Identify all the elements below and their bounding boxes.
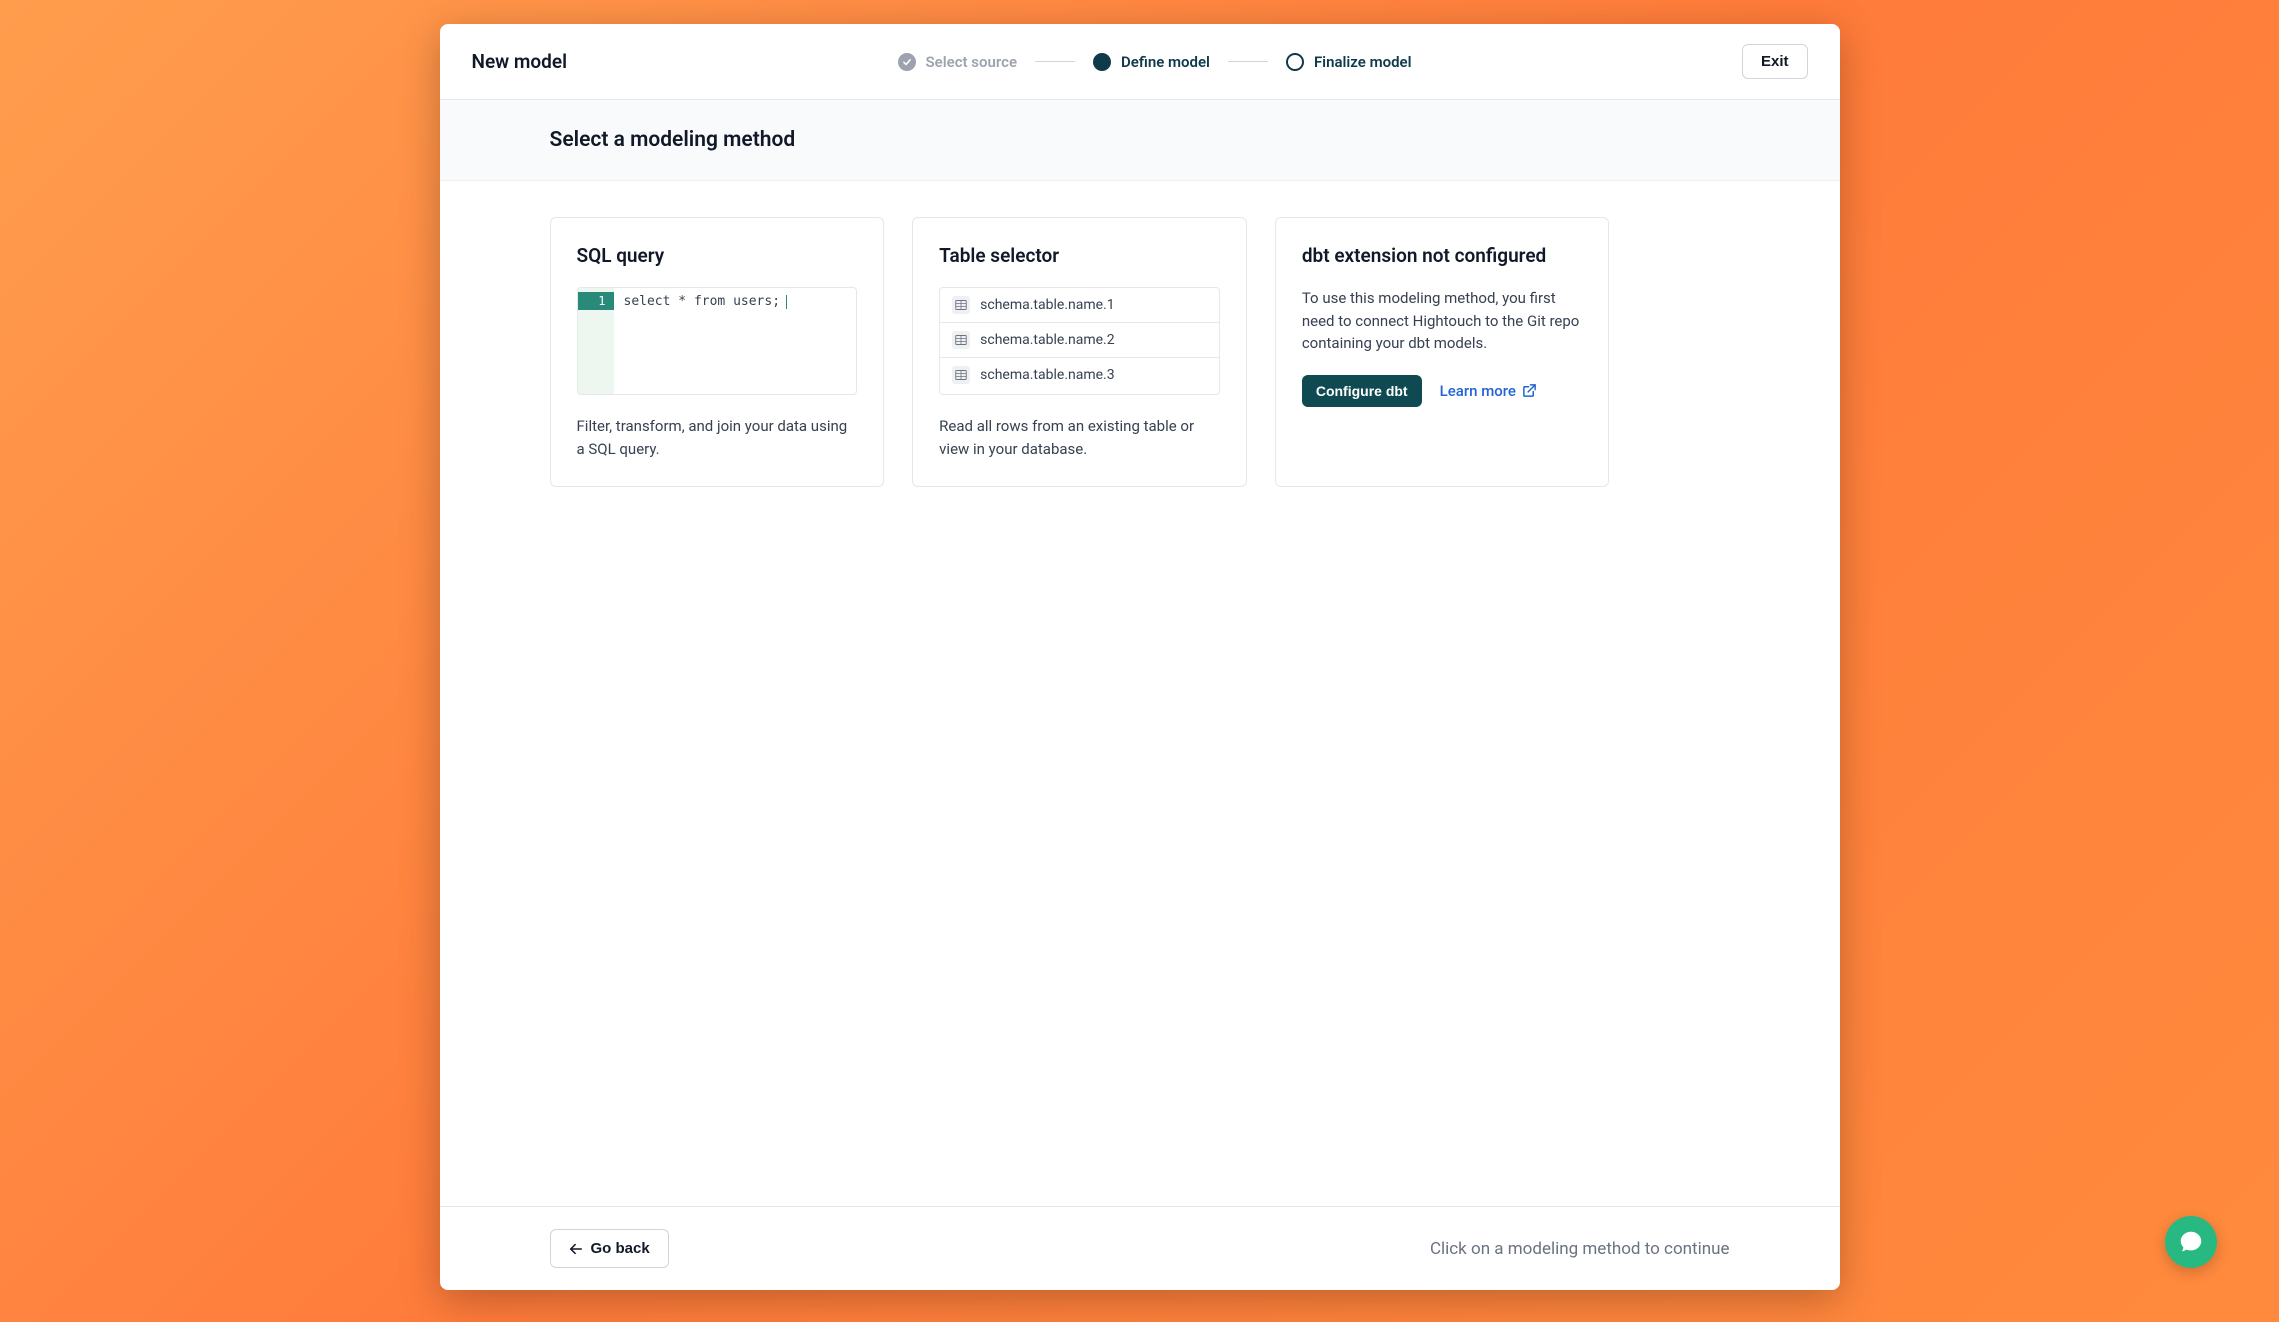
subheader: Select a modeling method — [440, 100, 1840, 181]
card-description: Read all rows from an existing table or … — [939, 415, 1220, 460]
step-select-source[interactable]: Select source — [898, 53, 1018, 71]
configure-dbt-button[interactable]: Configure dbt — [1302, 375, 1422, 407]
check-circle-icon — [898, 53, 916, 71]
modal-header: New model Select source Define model Fin… — [440, 24, 1840, 100]
chat-launcher-button[interactable] — [2165, 1216, 2217, 1268]
button-label: Go back — [591, 1240, 650, 1257]
go-back-button[interactable]: Go back — [550, 1229, 669, 1268]
new-model-modal: New model Select source Define model Fin… — [440, 24, 1840, 1290]
card-title: Table selector — [939, 244, 1220, 267]
card-actions: Configure dbt Learn more — [1302, 375, 1583, 407]
table-name: schema.table.name.2 — [980, 332, 1114, 348]
footer-hint: Click on a modeling method to continue — [1430, 1239, 1730, 1259]
card-description: Filter, transform, and join your data us… — [577, 415, 858, 460]
section-title: Select a modeling method — [550, 128, 1730, 152]
sql-gutter: 1 — [578, 288, 614, 394]
chat-icon — [2178, 1229, 2204, 1255]
exit-button[interactable]: Exit — [1742, 44, 1808, 79]
card-sql-query[interactable]: SQL query 1 select * from users; Filter,… — [550, 217, 885, 487]
step-define-model[interactable]: Define model — [1093, 53, 1210, 71]
link-label: Learn more — [1440, 382, 1516, 400]
step-label: Define model — [1121, 53, 1210, 71]
table-row: schema.table.name.1 — [940, 288, 1219, 323]
step-label: Finalize model — [1314, 53, 1412, 71]
modal-footer: Go back Click on a modeling method to co… — [440, 1206, 1840, 1290]
line-number: 1 — [578, 292, 614, 310]
table-list-preview: schema.table.name.1 schema.table.name.2 … — [939, 287, 1220, 395]
table-row: schema.table.name.2 — [940, 323, 1219, 358]
table-name: schema.table.name.1 — [980, 297, 1114, 313]
learn-more-link[interactable]: Learn more — [1440, 382, 1537, 400]
page-title: New model — [472, 50, 568, 73]
step-finalize-model[interactable]: Finalize model — [1286, 53, 1412, 71]
table-name: schema.table.name.3 — [980, 367, 1114, 383]
step-divider — [1035, 61, 1075, 62]
external-link-icon — [1522, 383, 1537, 398]
sql-preview: 1 select * from users; — [577, 287, 858, 395]
card-title: dbt extension not configured — [1302, 244, 1583, 267]
content-area: SQL query 1 select * from users; Filter,… — [440, 181, 1840, 1206]
cursor-icon — [786, 295, 787, 309]
step-divider — [1228, 61, 1268, 62]
table-icon — [952, 366, 970, 384]
arrow-left-icon — [569, 1242, 583, 1256]
circle-outline-icon — [1286, 53, 1304, 71]
table-row: schema.table.name.3 — [940, 358, 1219, 392]
table-icon — [952, 331, 970, 349]
card-dbt: dbt extension not configured To use this… — [1275, 217, 1610, 487]
stepper: Select source Define model Finalize mode… — [567, 53, 1742, 71]
sql-code: select * from users; — [614, 288, 857, 394]
card-description: To use this modeling method, you first n… — [1302, 287, 1583, 355]
circle-filled-icon — [1093, 53, 1111, 71]
card-table-selector[interactable]: Table selector schema.table.name.1 schem… — [912, 217, 1247, 487]
table-icon — [952, 296, 970, 314]
method-cards: SQL query 1 select * from users; Filter,… — [550, 217, 1610, 487]
card-title: SQL query — [577, 244, 858, 267]
step-label: Select source — [926, 53, 1018, 71]
